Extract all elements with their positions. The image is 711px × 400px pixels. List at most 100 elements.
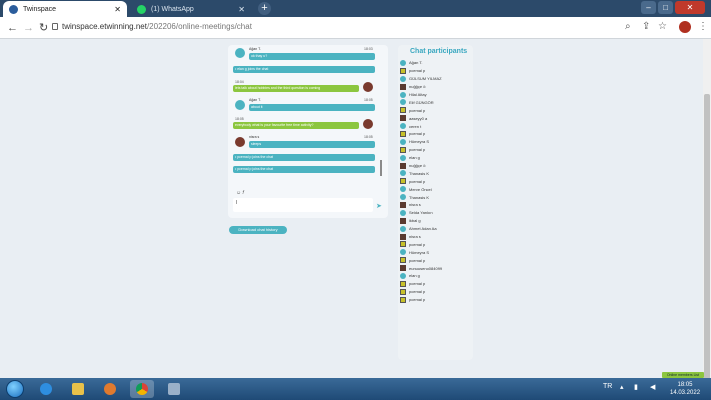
participant-avatar: [400, 83, 406, 90]
participant-item[interactable]: Ağan T.: [400, 59, 472, 67]
participant-item[interactable]: pcemal p: [400, 177, 472, 185]
participant-item[interactable]: eunuuseno084099: [400, 264, 472, 272]
page-scrollbar[interactable]: [703, 39, 711, 394]
participant-name: nisra s: [409, 202, 421, 208]
emoji-format-icons[interactable]: ☺ 𝑓: [236, 190, 244, 196]
user-avatar: [363, 119, 373, 129]
participant-name: Hümeyra S: [409, 139, 430, 145]
chrome-icon[interactable]: [130, 380, 154, 398]
participant-item[interactable]: pcemal p: [400, 146, 472, 154]
participant-item[interactable]: Selda Yarıkın: [400, 209, 472, 217]
close-tab-icon[interactable]: ✕: [114, 5, 121, 14]
system-clock[interactable]: 18:05 14.03.2022: [670, 381, 700, 397]
participant-item[interactable]: Thanasis K: [400, 193, 472, 201]
whatsapp-favicon-icon: [137, 4, 146, 14]
participant-item[interactable]: GÜLSUM YILMAZ: [400, 75, 472, 83]
participant-name: Ağan T.: [409, 60, 423, 66]
participant-name: pcemal p: [409, 297, 426, 303]
participant-avatar: [400, 249, 406, 256]
chat-message-input[interactable]: l: [233, 198, 373, 212]
participant-avatar: [400, 280, 406, 287]
tab-whatsapp[interactable]: (1) WhatsApp ✕: [131, 1, 251, 17]
participant-item[interactable]: elan g: [400, 154, 472, 162]
participant-avatar: [400, 225, 406, 232]
participant-item[interactable]: nisra s: [400, 201, 472, 209]
search-icon[interactable]: ⌕: [625, 21, 631, 32]
participant-item[interactable]: pcemal p: [400, 240, 472, 248]
participant-avatar: [400, 59, 406, 66]
close-window-button[interactable]: ✕: [675, 1, 705, 14]
menu-icon[interactable]: ⋮: [698, 21, 708, 32]
participant-item[interactable]: ikbal g: [400, 217, 472, 225]
address-bar[interactable]: twinspace.etwinning.net/202206/online-me…: [62, 22, 252, 31]
participant-item[interactable]: Hümeyra S: [400, 138, 472, 146]
participant-avatar: [400, 67, 406, 74]
participant-item[interactable]: elan g: [400, 272, 472, 280]
participant-item[interactable]: Hilal Altay: [400, 91, 472, 99]
page-scrollbar-thumb[interactable]: [704, 94, 710, 394]
internet-explorer-icon[interactable]: [34, 380, 58, 398]
star-icon[interactable]: ☆: [658, 21, 667, 32]
participant-item[interactable]: aaseyy0 a: [400, 114, 472, 122]
url-path: /202206/online-meetings/chat: [146, 22, 252, 31]
download-chat-history-button[interactable]: Download chat history: [229, 226, 287, 234]
participant-item[interactable]: Ahmet Adan Aa: [400, 225, 472, 233]
participant-name: pcemal p: [409, 281, 426, 287]
media-player-icon[interactable]: [98, 380, 122, 398]
volume-icon[interactable]: ◀: [650, 383, 655, 391]
reload-icon[interactable]: ↻: [39, 22, 48, 34]
file-explorer-icon[interactable]: [66, 380, 90, 398]
twinspace-favicon-icon: [9, 4, 18, 14]
participant-item[interactable]: Thanasis K: [400, 169, 472, 177]
participant-name: pcemal p: [409, 131, 426, 137]
chat-scrollbar[interactable]: [380, 160, 382, 176]
participant-item[interactable]: pcemal p: [400, 288, 472, 296]
share-icon[interactable]: ⇪: [642, 21, 650, 32]
tab-title: (1) WhatsApp: [151, 5, 194, 13]
tray-arrow-icon[interactable]: ▴: [620, 383, 624, 391]
profile-avatar[interactable]: [679, 21, 691, 33]
participant-name: pcemal p: [409, 147, 426, 153]
participant-item[interactable]: pcemal p: [400, 280, 472, 288]
user-avatar: [235, 137, 245, 147]
tab-bar: Twinspace ✕ (1) WhatsApp ✕ + – □ ✕: [0, 0, 711, 17]
participant-name: Thanasis K: [409, 194, 430, 200]
language-indicator[interactable]: TR: [603, 383, 612, 390]
participant-item[interactable]: pcemal p: [400, 296, 472, 304]
participant-avatar: [400, 233, 406, 240]
tab-twinspace[interactable]: Twinspace ✕: [3, 1, 127, 17]
participant-item[interactable]: nisra s: [400, 233, 472, 241]
new-tab-button[interactable]: +: [258, 2, 271, 15]
participant-item[interactable]: ceren t: [400, 122, 472, 130]
paint-icon[interactable]: [162, 380, 186, 398]
participant-item[interactable]: pcemal p: [400, 256, 472, 264]
send-icon[interactable]: ➤: [376, 203, 382, 210]
browser-window: Twinspace ✕ (1) WhatsApp ✕ + – □ ✕ ← → ↻…: [0, 0, 711, 394]
participant-item[interactable]: Hümeyra S: [400, 248, 472, 256]
network-icon[interactable]: ▮: [634, 383, 638, 391]
participant-item[interactable]: pcemal p: [400, 130, 472, 138]
participant-item[interactable]: nuğğçe ö: [400, 83, 472, 91]
participant-avatar: [400, 162, 406, 169]
participant-item[interactable]: Merve Öncel: [400, 185, 472, 193]
minimize-button[interactable]: –: [641, 1, 656, 14]
close-tab-icon[interactable]: ✕: [238, 5, 245, 14]
participant-avatar: [400, 296, 406, 303]
participant-name: pcemal p: [409, 107, 426, 113]
system-message: • pcemal p joins the chat: [233, 166, 375, 173]
clock-date: 14.03.2022: [670, 390, 701, 396]
start-button[interactable]: [6, 380, 24, 398]
participant-item[interactable]: pcemal p: [400, 106, 472, 114]
participant-item[interactable]: nuğğçe ö: [400, 162, 472, 170]
participant-avatar: [400, 99, 406, 106]
back-icon[interactable]: ←: [7, 22, 18, 34]
participant-item[interactable]: Elif GÜNGÖR: [400, 98, 472, 106]
participant-avatar: [400, 91, 406, 98]
forward-icon[interactable]: →: [23, 22, 34, 34]
participant-avatar: [400, 209, 406, 216]
user-avatar: [363, 82, 373, 92]
participant-avatar: [400, 194, 406, 201]
maximize-button[interactable]: □: [658, 1, 673, 14]
participant-item[interactable]: pcemal p: [400, 67, 472, 75]
message-username: Ağan T.: [249, 98, 261, 102]
